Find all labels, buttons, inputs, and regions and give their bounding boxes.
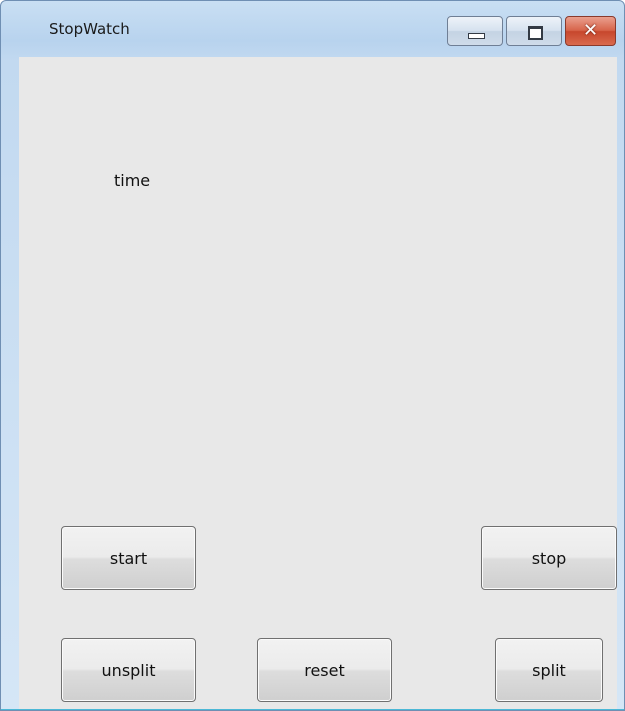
reset-button[interactable]: reset xyxy=(257,638,392,702)
maximize-icon xyxy=(528,26,543,40)
window-title: StopWatch xyxy=(49,20,130,38)
start-button[interactable]: start xyxy=(61,526,196,590)
close-button[interactable]: ✕ xyxy=(565,16,616,46)
minimize-button[interactable] xyxy=(447,16,503,46)
maximize-button[interactable] xyxy=(506,16,562,46)
minimize-icon xyxy=(468,33,485,39)
time-label: time xyxy=(114,171,151,190)
close-icon: ✕ xyxy=(582,20,599,41)
split-button[interactable]: split xyxy=(495,638,603,702)
unsplit-button[interactable]: unsplit xyxy=(61,638,196,702)
stopwatch-window: StopWatch ✕ time start stop unsplit rese… xyxy=(0,0,625,711)
client-area: time start stop unsplit reset split xyxy=(19,57,617,709)
title-bar[interactable]: StopWatch ✕ xyxy=(1,1,624,55)
stop-button[interactable]: stop xyxy=(481,526,617,590)
